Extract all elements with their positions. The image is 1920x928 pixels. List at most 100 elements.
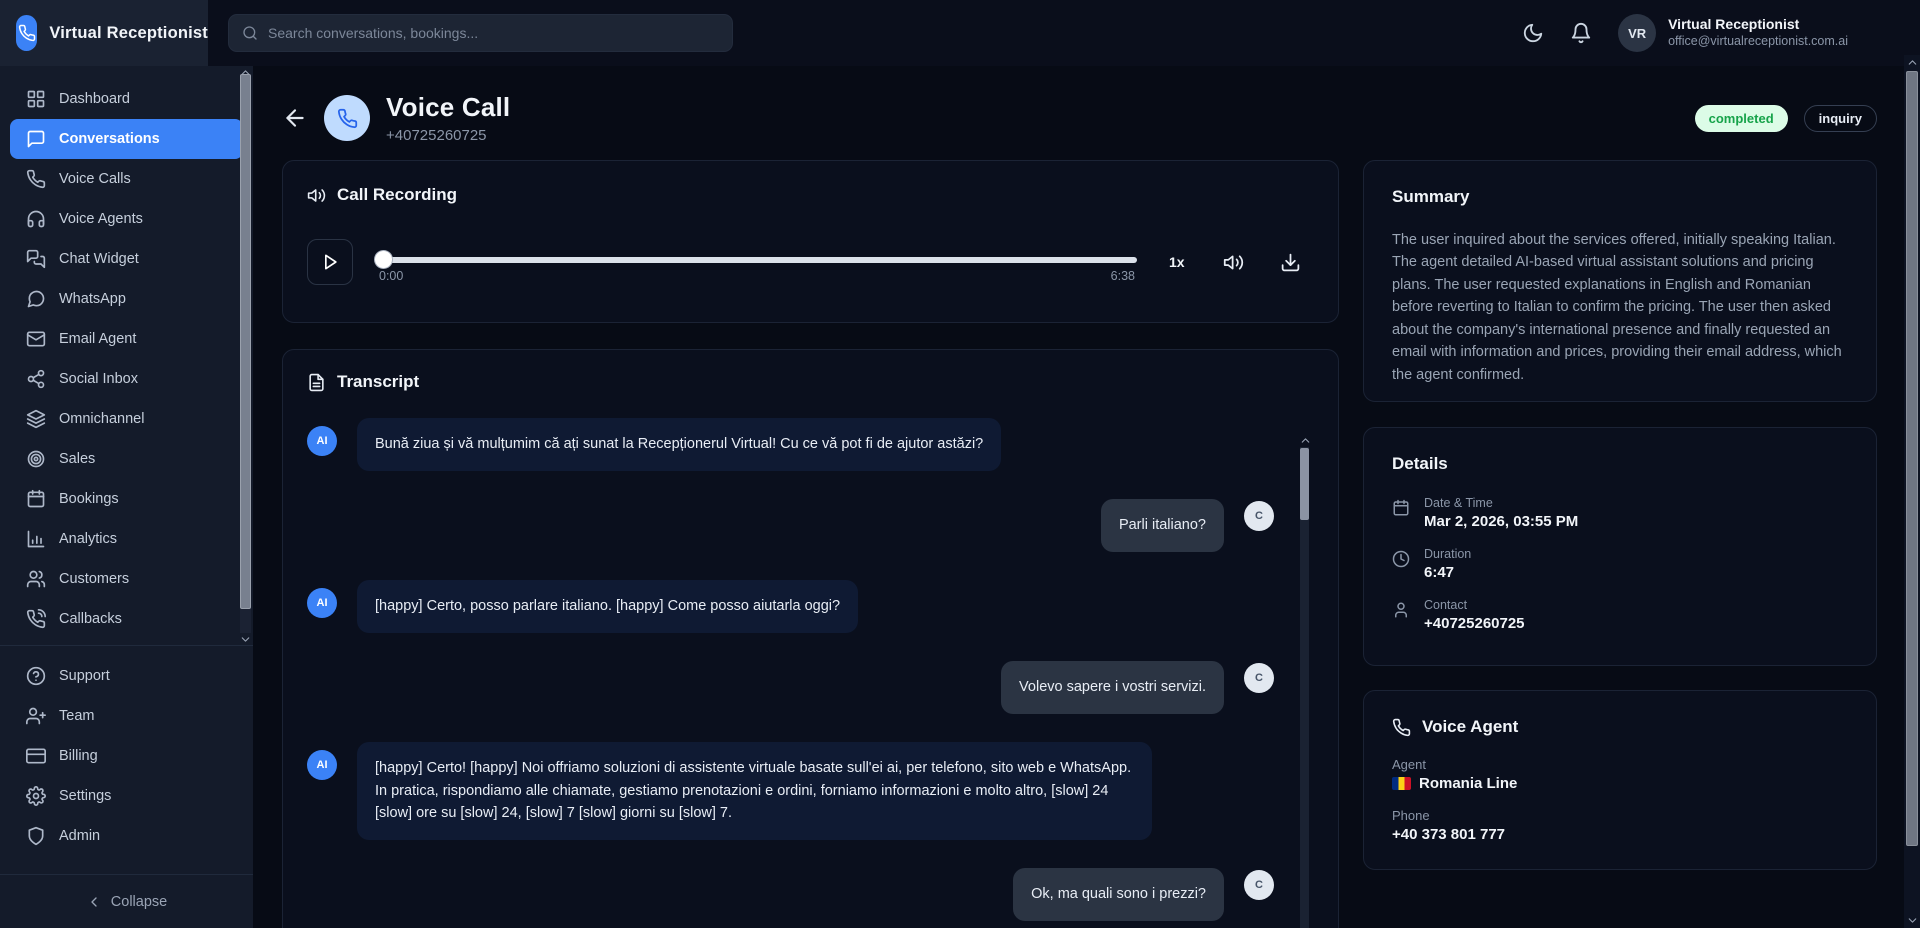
transcript-message-user: Volevo sapere i vostri servizi.C [307, 661, 1274, 714]
sidebar-item-analytics[interactable]: Analytics [10, 519, 243, 559]
play-icon [320, 252, 340, 272]
scroll-down-icon[interactable] [1906, 914, 1919, 927]
sidebar-item-label: Sales [59, 451, 95, 467]
gear-icon [26, 786, 46, 806]
scroll-up-icon[interactable] [1906, 56, 1919, 69]
romania-flag-icon [1392, 777, 1411, 790]
sidebar-item-settings[interactable]: Settings [10, 776, 243, 816]
audio-player: 0:00 6:38 1x [307, 239, 1314, 285]
user-menu[interactable]: VR Virtual Receptionist office@virtualre… [1618, 14, 1848, 52]
voice-agent-title: Voice Agent [1422, 717, 1518, 737]
status-badge-inquiry: inquiry [1804, 105, 1877, 132]
message-bubble: Parli italiano? [1101, 499, 1224, 552]
call-avatar [324, 95, 370, 141]
summary-card: Summary The user inquired about the serv… [1363, 160, 1877, 402]
sidebar-item-billing[interactable]: Billing [10, 736, 243, 776]
playback-speed-button[interactable]: 1x [1169, 254, 1185, 270]
theme-toggle-moon-icon[interactable] [1522, 22, 1544, 44]
sidebar-item-email-agent[interactable]: Email Agent [10, 319, 243, 359]
transcript-card: Transcript AIBună ziua și vă mulțumim că… [282, 349, 1339, 928]
sidebar-collapse-button[interactable]: Collapse [0, 874, 253, 928]
sidebar-item-voice-calls[interactable]: Voice Calls [10, 159, 243, 199]
sidebar-scrollbar[interactable] [239, 66, 252, 646]
calendar-icon [1392, 499, 1410, 517]
recording-title: Call Recording [337, 185, 457, 205]
summary-title: Summary [1392, 187, 1469, 207]
total-duration: 6:38 [1111, 269, 1135, 283]
sidebar-item-label: Bookings [59, 491, 119, 507]
detail-label: Date & Time [1424, 496, 1578, 510]
agent-phone-label: Phone [1392, 808, 1848, 823]
speaker-icon [307, 186, 326, 205]
sidebar-item-voice-agents[interactable]: Voice Agents [10, 199, 243, 239]
sidebar-item-team[interactable]: Team [10, 696, 243, 736]
sidebar-item-support[interactable]: Support [10, 656, 243, 696]
sidebar-item-omnichannel[interactable]: Omnichannel [10, 399, 243, 439]
scroll-up-icon[interactable] [1299, 434, 1312, 447]
chat-icon [26, 129, 46, 149]
topbar: Virtual Receptionist VR Virtual Receptio… [0, 0, 1920, 66]
sidebar-item-label: Admin [59, 828, 100, 844]
page-header: Voice Call +40725260725 completedinquiry [282, 92, 1877, 144]
agent-label: Agent [1392, 757, 1848, 772]
transcript-message-user: Ok, ma quali sono i prezzi?C [307, 868, 1274, 921]
sidebar-item-admin[interactable]: Admin [10, 816, 243, 856]
current-time: 0:00 [379, 269, 403, 283]
sidebar-item-callbacks[interactable]: Callbacks [10, 599, 243, 639]
credit-card-icon [26, 746, 46, 766]
user-avatar: VR [1618, 14, 1656, 52]
transcript-messages: AIBună ziua și vă mulțumim că ați sunat … [307, 418, 1314, 928]
sidebar-scroll-thumb[interactable] [240, 74, 251, 609]
ai-avatar: AI [307, 426, 337, 456]
notifications-bell-icon[interactable] [1570, 22, 1592, 44]
message-bubble: Volevo sapere i vostri servizi. [1001, 661, 1224, 714]
sidebar-item-sales[interactable]: Sales [10, 439, 243, 479]
sidebar-item-conversations[interactable]: Conversations [10, 119, 243, 159]
phone-icon [26, 169, 46, 189]
app-logo-icon [16, 15, 37, 51]
sidebar-item-label: Voice Agents [59, 211, 143, 227]
search-input[interactable] [268, 25, 719, 41]
message-bubble: [happy] Certo! [happy] Noi offriamo solu… [357, 742, 1152, 841]
transcript-message-ai: AI [happy] Certo! [happy] Noi offriamo so… [307, 742, 1274, 841]
window-scroll-thumb[interactable] [1906, 71, 1918, 846]
scroll-down-icon[interactable] [239, 633, 252, 646]
seek-track[interactable] [377, 257, 1137, 263]
phone-call-icon [26, 609, 46, 629]
user-email: office@virtualreceptionist.com.ai [1668, 34, 1848, 50]
sidebar-item-dashboard[interactable]: Dashboard [10, 79, 243, 119]
phone-icon [337, 108, 358, 129]
analytics-icon [26, 529, 46, 549]
details-rows: Date & Time Mar 2, 2026, 03:55 PM Duration… [1392, 496, 1848, 632]
details-card: Details Date & TimeMar 2, 2026, 03:55 PM… [1363, 427, 1877, 666]
detail-label: Duration [1424, 547, 1471, 561]
ai-avatar: AI [307, 750, 337, 780]
sidebar-item-whatsapp[interactable]: WhatsApp [10, 279, 243, 319]
volume-button[interactable] [1223, 252, 1244, 273]
global-search[interactable] [228, 14, 733, 52]
transcript-scroll-thumb[interactable] [1300, 448, 1309, 520]
seek-thumb[interactable] [375, 251, 392, 268]
play-button[interactable] [307, 239, 353, 285]
status-badges: completedinquiry [1695, 105, 1877, 132]
detail-row-contact: Contact+40725260725 [1392, 598, 1848, 632]
window-scrollbar[interactable] [1904, 55, 1920, 928]
detail-value: Mar 2, 2026, 03:55 PM [1424, 513, 1578, 530]
mail-icon [26, 329, 46, 349]
back-button[interactable] [282, 105, 308, 131]
sidebar-item-label: Settings [59, 788, 111, 804]
download-button[interactable] [1280, 252, 1301, 273]
seek-slider[interactable]: 0:00 6:38 [377, 239, 1137, 285]
chat-round-icon [26, 289, 46, 309]
sidebar-item-label: Conversations [59, 131, 160, 147]
message-bubble: Ok, ma quali sono i prezzi? [1013, 868, 1224, 921]
sidebar-item-bookings[interactable]: Bookings [10, 479, 243, 519]
chat-multi-icon [26, 249, 46, 269]
transcript-message-user: Parli italiano?C [307, 499, 1274, 552]
call-recording-card: Call Recording 0:00 6:38 1x [282, 160, 1339, 323]
sidebar-item-chat-widget[interactable]: Chat Widget [10, 239, 243, 279]
sidebar-item-label: Analytics [59, 531, 117, 547]
sidebar-item-social-inbox[interactable]: Social Inbox [10, 359, 243, 399]
sidebar-item-customers[interactable]: Customers [10, 559, 243, 599]
transcript-scrollbar[interactable] [1299, 434, 1310, 928]
